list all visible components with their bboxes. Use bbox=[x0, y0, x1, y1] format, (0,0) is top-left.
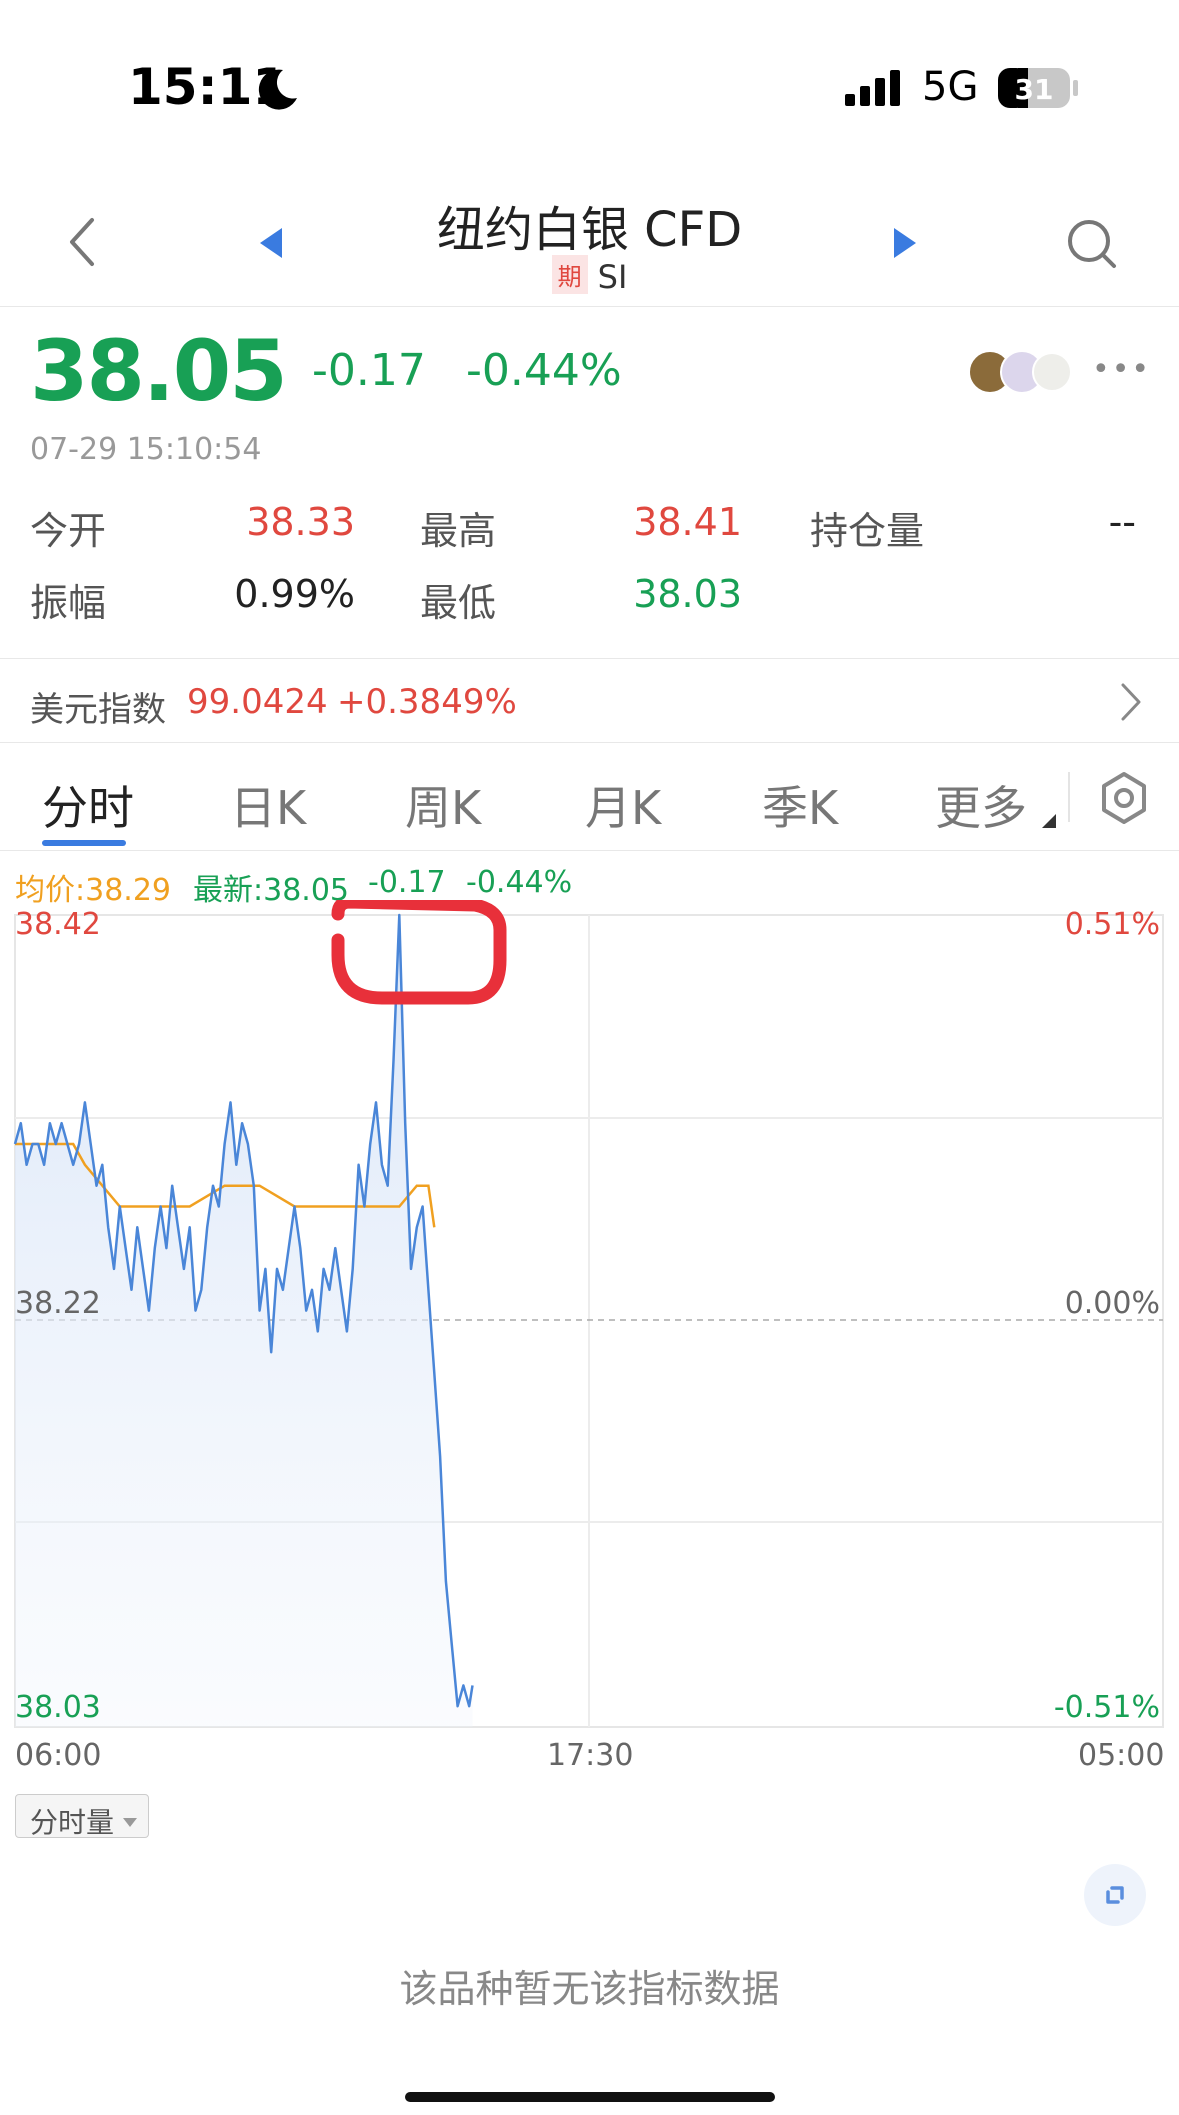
futures-badge: 期 bbox=[551, 255, 588, 294]
tab-active-indicator bbox=[42, 840, 126, 846]
expand-button[interactable] bbox=[1084, 1864, 1146, 1926]
instrument-symbol: SI bbox=[597, 258, 628, 296]
tab-separator bbox=[1068, 772, 1070, 822]
open-label: 今开 bbox=[30, 509, 107, 553]
battery-icon: 31 bbox=[998, 68, 1078, 108]
moon-icon bbox=[258, 69, 297, 110]
settings-icon[interactable] bbox=[1098, 770, 1150, 826]
open-interest-label: 持仓量 bbox=[810, 509, 925, 553]
network-label: 5G bbox=[922, 64, 979, 110]
high-label: 最高 bbox=[420, 509, 497, 553]
community-avatars[interactable] bbox=[968, 348, 1072, 396]
y-tick-left-mid: 38.22 bbox=[15, 1286, 101, 1321]
last-price: 38.05 bbox=[30, 322, 288, 420]
dollar-index-change: +0.3849% bbox=[337, 682, 517, 722]
tab-quarterly-k[interactable]: 季K bbox=[762, 772, 838, 838]
open-value: 38.33 bbox=[246, 500, 355, 544]
y-tick-left-bottom: 38.03 bbox=[15, 1690, 101, 1725]
no-data-message: 该品种暂无该指标数据 bbox=[399, 1967, 780, 2011]
dropdown-corner-icon bbox=[1041, 814, 1056, 828]
x-tick-start: 06:00 bbox=[15, 1738, 102, 1773]
nav-bar: 纽约白银 CFD 期 SI bbox=[0, 180, 1179, 308]
home-indicator bbox=[405, 2092, 775, 2102]
low-value: 38.03 bbox=[633, 572, 742, 616]
divider bbox=[0, 658, 1179, 659]
volume-indicator-selector[interactable]: 分时量 bbox=[15, 1794, 149, 1839]
high-value: 38.41 bbox=[633, 500, 742, 544]
chart-change-pct: -0.44% bbox=[466, 865, 573, 900]
divider bbox=[0, 850, 1179, 851]
y-tick-right-bottom: -0.51% bbox=[1054, 1690, 1160, 1725]
next-arrow-icon[interactable] bbox=[892, 226, 918, 260]
y-tick-left-top: 38.42 bbox=[15, 907, 101, 942]
tab-daily-k[interactable]: 日K bbox=[230, 772, 306, 838]
instrument-subtitle: 期 SI bbox=[0, 255, 1179, 296]
battery-level: 31 bbox=[1015, 73, 1054, 106]
chevron-right-icon bbox=[1121, 683, 1141, 721]
tab-more[interactable]: 更多 bbox=[935, 772, 1056, 838]
volume-selector-label: 分时量 bbox=[30, 1806, 115, 1839]
low-label: 最低 bbox=[420, 581, 497, 625]
dollar-index-row[interactable]: 美元指数 99.0424 +0.3849% bbox=[0, 660, 1179, 740]
expand-icon bbox=[1106, 1886, 1124, 1904]
y-tick-right-mid: 0.00% bbox=[1065, 1286, 1160, 1321]
x-tick-end: 05:00 bbox=[1078, 1738, 1165, 1773]
divider bbox=[0, 306, 1179, 307]
tab-intraday[interactable]: 分时 bbox=[42, 772, 134, 838]
divider bbox=[0, 742, 1179, 743]
dropdown-arrow-icon bbox=[122, 1818, 137, 1827]
open-interest-value: -- bbox=[1108, 500, 1136, 544]
price-change-pct: -0.44% bbox=[466, 345, 622, 396]
instrument-title: 纽约白银 CFD bbox=[436, 202, 743, 258]
intraday-chart[interactable]: 38.42 38.22 38.03 0.51% 0.00% -0.51% bbox=[0, 900, 1179, 1740]
more-options-icon[interactable]: ••• bbox=[1092, 352, 1151, 387]
price-change: -0.17 bbox=[312, 345, 426, 396]
dollar-index-value: 99.0424 bbox=[187, 682, 328, 722]
dollar-index-label: 美元指数 bbox=[30, 690, 166, 730]
search-icon[interactable] bbox=[1066, 218, 1118, 270]
tab-monthly-k[interactable]: 月K bbox=[585, 772, 661, 838]
tab-more-label: 更多 bbox=[935, 781, 1027, 835]
x-tick-mid: 17:30 bbox=[547, 1738, 634, 1773]
hand-drawn-annotation bbox=[331, 900, 507, 1005]
status-bar: 15:11 5G 31 bbox=[0, 0, 1179, 150]
tab-weekly-k[interactable]: 周K bbox=[405, 772, 481, 838]
amplitude-label: 振幅 bbox=[30, 581, 107, 625]
signal-icon bbox=[845, 70, 900, 106]
quote-timestamp: 07-29 15:10:54 bbox=[30, 432, 262, 467]
chart-change: -0.17 bbox=[368, 865, 446, 900]
amplitude-value: 0.99% bbox=[234, 572, 355, 616]
y-tick-right-top: 0.51% bbox=[1065, 907, 1160, 942]
